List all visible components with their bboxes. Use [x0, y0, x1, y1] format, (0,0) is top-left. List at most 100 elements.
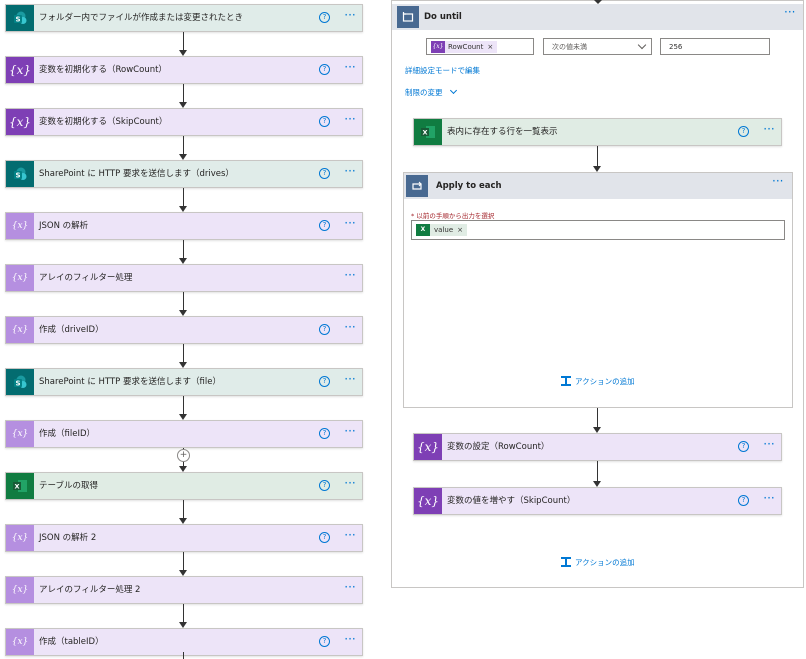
loop-icon — [406, 175, 428, 197]
more-options-icon[interactable]: ··· — [342, 477, 358, 491]
more-options-icon[interactable]: ··· — [342, 269, 358, 283]
data-operation-icon: {x} — [6, 317, 34, 343]
action-card[interactable]: S SharePoint に HTTP 要求を送信します（file）? ··· — [5, 368, 363, 396]
connector-line — [597, 146, 598, 166]
help-icon[interactable]: ? — [319, 428, 330, 439]
condition-left-operand[interactable]: {x} RowCount × — [426, 38, 534, 55]
action-card[interactable]: S SharePoint に HTTP 要求を送信します（drives）? ··· — [5, 160, 363, 188]
rowcount-token[interactable]: {x} RowCount × — [431, 41, 498, 53]
action-title: 変数を初期化する（SkipCount） — [39, 117, 168, 127]
more-options-icon[interactable]: ··· — [342, 113, 358, 127]
action-card[interactable]: {x} JSON の解析 2? ··· — [5, 524, 363, 552]
connector-line — [183, 344, 184, 362]
more-options-icon[interactable]: ··· — [761, 438, 777, 452]
condition-value-input[interactable]: 256 — [660, 38, 770, 55]
more-options-icon[interactable]: ··· — [342, 321, 358, 335]
add-action-button[interactable]: アクションの追加 — [561, 555, 635, 569]
connector-line — [183, 604, 184, 622]
do-until-title: Do until — [424, 12, 462, 22]
help-icon[interactable]: ? — [738, 126, 749, 137]
action-card[interactable]: {x} 作成（tableID）? ··· — [5, 628, 363, 656]
excel-icon: X — [6, 473, 34, 499]
help-icon[interactable]: ? — [319, 376, 330, 387]
token-label: RowCount — [448, 43, 484, 51]
apply-to-each-header[interactable]: Apply to each ··· — [404, 173, 792, 199]
variable-icon: {x} — [6, 109, 34, 135]
action-title: 表内に存在する行を一覧表示 — [447, 127, 558, 137]
token-remove-icon[interactable]: × — [487, 43, 493, 51]
more-options-icon[interactable]: ··· — [342, 529, 358, 543]
connector-line — [183, 32, 184, 50]
help-icon[interactable]: ? — [319, 480, 330, 491]
action-card[interactable]: {x} 作成（driveID）? ··· — [5, 316, 363, 344]
change-limits-link[interactable]: 制限の変更 — [405, 86, 457, 98]
help-icon[interactable]: ? — [319, 532, 330, 543]
chevron-down-icon — [637, 40, 647, 50]
change-limits-label: 制限の変更 — [405, 88, 443, 97]
token-remove-icon[interactable]: × — [457, 226, 463, 234]
action-card[interactable]: {x} アレイのフィルター処理 ··· — [5, 264, 363, 292]
sharepoint-icon: S — [6, 5, 34, 31]
more-options-icon[interactable]: ··· — [342, 581, 358, 595]
more-options-icon[interactable]: ··· — [342, 633, 358, 647]
more-options-icon[interactable]: ··· — [342, 9, 358, 23]
more-options-icon[interactable]: ··· — [342, 61, 358, 75]
add-action-icon — [561, 557, 571, 567]
add-action-label: アクションの追加 — [575, 557, 635, 567]
help-icon[interactable]: ? — [319, 220, 330, 231]
output-field-label: * 以前の手順から出力を選択 — [411, 212, 495, 220]
excel-icon: X — [414, 119, 442, 145]
help-icon[interactable]: ? — [319, 116, 330, 127]
loop-icon — [397, 6, 419, 28]
action-card[interactable]: {x} 変数を初期化する（RowCount）? ··· — [5, 56, 363, 84]
help-icon[interactable]: ? — [319, 168, 330, 179]
insert-step-icon[interactable]: + — [177, 449, 190, 462]
action-title: SharePoint に HTTP 要求を送信します（drives） — [39, 169, 234, 179]
do-until-header[interactable]: Do until ··· — [392, 4, 803, 30]
more-options-icon[interactable]: ··· — [342, 425, 358, 439]
more-options-icon[interactable]: ··· — [761, 492, 777, 506]
action-title: テーブルの取得 — [39, 481, 98, 491]
add-action-label: アクションの追加 — [575, 376, 635, 386]
more-options-icon[interactable]: ··· — [784, 6, 795, 18]
variable-icon: {x} — [6, 57, 34, 83]
action-card[interactable]: {x} アレイのフィルター処理 2 ··· — [5, 576, 363, 604]
help-icon[interactable]: ? — [319, 64, 330, 75]
more-options-icon[interactable]: ··· — [761, 123, 777, 137]
chevron-down-icon — [449, 86, 457, 95]
help-icon[interactable]: ? — [738, 441, 749, 452]
action-card[interactable]: {x} 変数の設定（RowCount）? ··· — [413, 433, 782, 461]
action-title: 変数の値を増やす（SkipCount） — [447, 496, 576, 506]
variable-icon: {x} — [414, 488, 442, 514]
output-select-input[interactable]: X value × — [411, 220, 785, 240]
help-icon[interactable]: ? — [319, 12, 330, 23]
action-card[interactable]: {x} JSON の解析? ··· — [5, 212, 363, 240]
help-icon[interactable]: ? — [319, 636, 330, 647]
connector-line — [183, 136, 184, 154]
add-action-button[interactable]: アクションの追加 — [561, 374, 635, 388]
connector-line — [597, 461, 598, 481]
more-options-icon[interactable]: ··· — [342, 373, 358, 387]
sharepoint-icon: S — [6, 161, 34, 187]
help-icon[interactable]: ? — [319, 324, 330, 335]
condition-operator-select[interactable]: 次の値未満 — [543, 38, 652, 55]
data-operation-icon: {x} — [6, 577, 34, 603]
action-card[interactable]: X 表内に存在する行を一覧表示? ··· — [413, 118, 782, 146]
connector-line — [183, 188, 184, 206]
action-title: JSON の解析 2 — [39, 533, 97, 543]
action-card[interactable]: {x} 変数の値を増やす（SkipCount）? ··· — [413, 487, 782, 515]
advanced-mode-link[interactable]: 詳細設定モードで編集 — [405, 65, 480, 76]
action-title: アレイのフィルター処理 — [39, 273, 133, 283]
value-token[interactable]: X value × — [416, 224, 467, 236]
action-title: SharePoint に HTTP 要求を送信します（file） — [39, 377, 221, 387]
action-card[interactable]: S フォルダー内でファイルが作成または変更されたとき? ··· — [5, 4, 363, 32]
action-card[interactable]: X テーブルの取得? ··· — [5, 472, 363, 500]
connector-line — [183, 396, 184, 414]
variable-icon: {x} — [431, 41, 445, 53]
action-card[interactable]: {x} 変数を初期化する（SkipCount）? ··· — [5, 108, 363, 136]
more-options-icon[interactable]: ··· — [772, 175, 783, 187]
help-icon[interactable]: ? — [738, 495, 749, 506]
more-options-icon[interactable]: ··· — [342, 165, 358, 179]
more-options-icon[interactable]: ··· — [342, 217, 358, 231]
action-card[interactable]: {x} 作成（fileID）? ··· — [5, 420, 363, 448]
